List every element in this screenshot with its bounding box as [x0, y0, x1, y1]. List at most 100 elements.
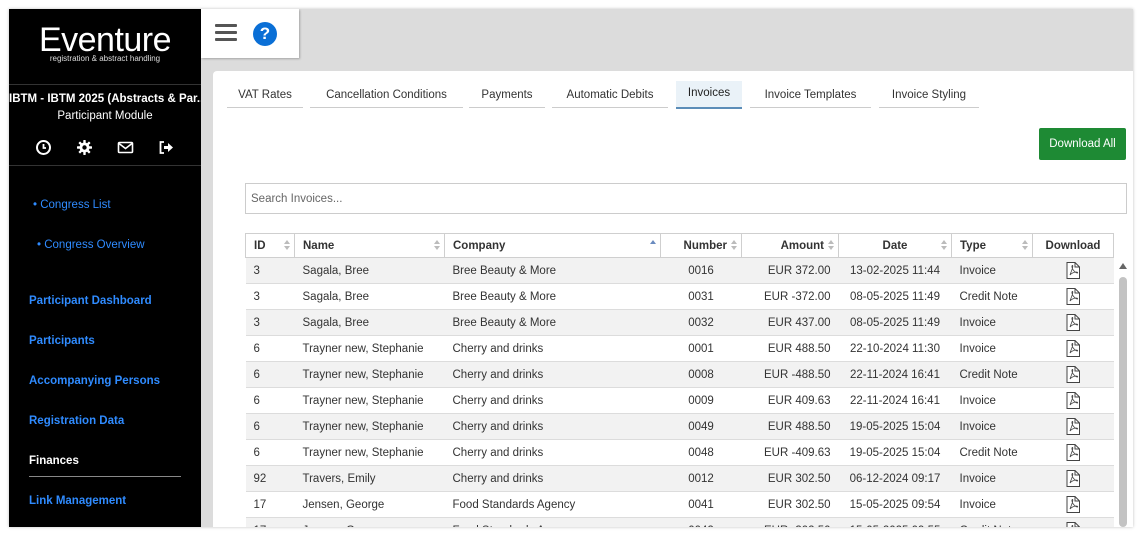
- tab-invoices[interactable]: Invoices: [676, 81, 742, 109]
- cell-date: 08-05-2025 11:49: [838, 309, 952, 336]
- tab-cancellation-conditions[interactable]: Cancellation Conditions: [310, 83, 463, 108]
- table-row[interactable]: 3 Sagala, Bree Bree Beauty & More 0031 EUR -…: [245, 283, 1114, 310]
- sidebar-item-finances[interactable]: Finances: [29, 455, 79, 467]
- app-window: Eventure registration & abstract handlin…: [9, 9, 1133, 527]
- cell-company: Cherry and drinks: [444, 361, 661, 388]
- cell-id: 17: [245, 491, 295, 518]
- cell-number: 0008: [660, 361, 742, 388]
- column-header-number[interactable]: Number: [660, 233, 742, 258]
- cell-id: 3: [245, 283, 295, 310]
- scroll-up-arrow-icon[interactable]: [1119, 263, 1127, 269]
- tab-vat-rates[interactable]: VAT Rates: [227, 83, 303, 108]
- table-row[interactable]: 17Jensen, GeorgeFood Standards Agency004…: [245, 517, 1114, 527]
- pdf-download-icon[interactable]: [1066, 262, 1080, 279]
- logo-tagline: registration & abstract handling: [49, 54, 161, 63]
- column-header-download: Download: [1032, 233, 1114, 258]
- column-header-name[interactable]: Name: [294, 233, 445, 258]
- pdf-download-icon[interactable]: [1066, 314, 1080, 331]
- pdf-download-icon[interactable]: [1066, 522, 1080, 527]
- column-header-date[interactable]: Date: [838, 233, 952, 258]
- column-header-amount[interactable]: Amount: [741, 233, 839, 258]
- sidebar-item-participants[interactable]: Participants: [29, 335, 95, 347]
- cell-type: Invoice: [951, 491, 1033, 518]
- sort-icon: [941, 240, 947, 250]
- table-row[interactable]: 17Jensen, GeorgeFood Standards Agency004…: [245, 491, 1114, 518]
- table-scrollbar[interactable]: [1117, 257, 1129, 527]
- tab-automatic-debits[interactable]: Automatic Debits: [552, 83, 668, 108]
- table-row[interactable]: 6 Trayner new, Stephanie Cherry and drinks…: [245, 361, 1114, 388]
- cell-type: Credit Note: [951, 283, 1033, 310]
- cell-download: [1032, 283, 1114, 310]
- pdf-download-icon[interactable]: [1066, 392, 1080, 409]
- cell-number: 0016: [660, 257, 742, 284]
- logout-icon[interactable]: [158, 139, 175, 156]
- main-panel: VAT Rates Cancellation Conditions Paymen…: [213, 71, 1133, 527]
- pdf-download-icon[interactable]: [1066, 366, 1080, 383]
- cell-number: 0048: [660, 439, 742, 466]
- cell-name: Sagala, Bree: [294, 257, 445, 284]
- cell-type: Credit Note: [951, 517, 1033, 527]
- table-row[interactable]: 6 Trayner new, Stephanie Cherry and drinks…: [245, 413, 1114, 440]
- pdf-download-icon[interactable]: [1066, 288, 1080, 305]
- cell-date: 08-05-2025 11:49: [838, 283, 952, 310]
- sidebar-item-congress-overview[interactable]: • Congress Overview: [37, 239, 145, 251]
- cell-download: [1032, 439, 1114, 466]
- search-input[interactable]: [245, 183, 1127, 214]
- table-row[interactable]: 3 Sagala, Bree Bree Beauty & More 0032 EUR 4…: [245, 309, 1114, 336]
- cell-type: Invoice: [951, 257, 1033, 284]
- table-row[interactable]: 92 Travers, Emily Cherry and drinks 0012 EUR…: [245, 465, 1114, 492]
- tab-payments[interactable]: Payments: [469, 83, 545, 108]
- pdf-download-icon[interactable]: [1066, 340, 1080, 357]
- pdf-download-icon[interactable]: [1066, 470, 1080, 487]
- clock-icon[interactable]: [35, 139, 52, 156]
- cell-name: Jensen, George: [294, 491, 445, 518]
- table-row[interactable]: 6 Trayner new, Stephanie Cherry and drinks…: [245, 335, 1114, 362]
- cell-id: 6: [245, 413, 295, 440]
- column-header-id[interactable]: ID: [245, 233, 295, 258]
- cell-number: 0012: [660, 465, 742, 492]
- logo-name: Eventure: [38, 21, 172, 59]
- cell-id: 92: [245, 465, 295, 492]
- cell-name: Trayner new, Stephanie: [294, 413, 445, 440]
- cell-date: 19-05-2025 15:04: [838, 413, 952, 440]
- table-row[interactable]: 3 Sagala, Bree Bree Beauty & More 0016 EUR 3…: [245, 257, 1114, 284]
- sidebar-item-registration-data[interactable]: Registration Data: [29, 415, 124, 427]
- cell-amount: EUR -409.63: [741, 439, 839, 466]
- cell-number: 0001: [660, 335, 742, 362]
- cell-type: Invoice: [951, 309, 1033, 336]
- sidebar-item-congress-list[interactable]: • Congress List: [33, 199, 111, 211]
- column-header-type[interactable]: Type: [951, 233, 1033, 258]
- mail-icon[interactable]: [117, 139, 134, 156]
- cell-amount: EUR -372.00: [741, 283, 839, 310]
- download-all-button[interactable]: Download All: [1039, 128, 1126, 160]
- pdf-download-icon[interactable]: [1066, 496, 1080, 513]
- tab-invoice-templates[interactable]: Invoice Templates: [750, 83, 871, 108]
- pdf-download-icon[interactable]: [1066, 444, 1080, 461]
- cell-download: [1032, 491, 1114, 518]
- column-header-company[interactable]: Company: [444, 233, 661, 258]
- cell-company: Cherry and drinks: [444, 413, 661, 440]
- scrollbar-thumb[interactable]: [1119, 277, 1127, 527]
- cell-name: Trayner new, Stephanie: [294, 335, 445, 362]
- cell-company: Cherry and drinks: [444, 387, 661, 414]
- menu-icon[interactable]: [215, 24, 237, 42]
- table-row[interactable]: 6 Trayner new, Stephanie Cherry and drinks…: [245, 439, 1114, 466]
- table-row[interactable]: 6 Trayner new, Stephanie Cherry and drinks…: [245, 387, 1114, 414]
- cell-number: 0041: [660, 491, 742, 518]
- cell-company: Bree Beauty & More: [444, 283, 661, 310]
- cell-type: Invoice: [951, 413, 1033, 440]
- gear-icon[interactable]: [76, 139, 93, 156]
- cell-download: [1032, 517, 1114, 527]
- cell-date: 13-02-2025 11:44: [838, 257, 952, 284]
- cell-number: 0032: [660, 309, 742, 336]
- top-toolbar: ?: [201, 9, 299, 58]
- congress-title: IBTM - IBTM 2025 (Abstracts & Par...: [9, 93, 201, 105]
- cell-id: 6: [245, 361, 295, 388]
- sidebar-item-participant-dashboard[interactable]: Participant Dashboard: [29, 295, 152, 307]
- help-icon[interactable]: ?: [253, 22, 277, 46]
- tab-invoice-styling[interactable]: Invoice Styling: [879, 83, 979, 108]
- cell-name: Trayner new, Stephanie: [294, 439, 445, 466]
- pdf-download-icon[interactable]: [1066, 418, 1080, 435]
- sidebar-item-link-management[interactable]: Link Management: [29, 495, 126, 507]
- sidebar-item-accompanying-persons[interactable]: Accompanying Persons: [29, 375, 160, 387]
